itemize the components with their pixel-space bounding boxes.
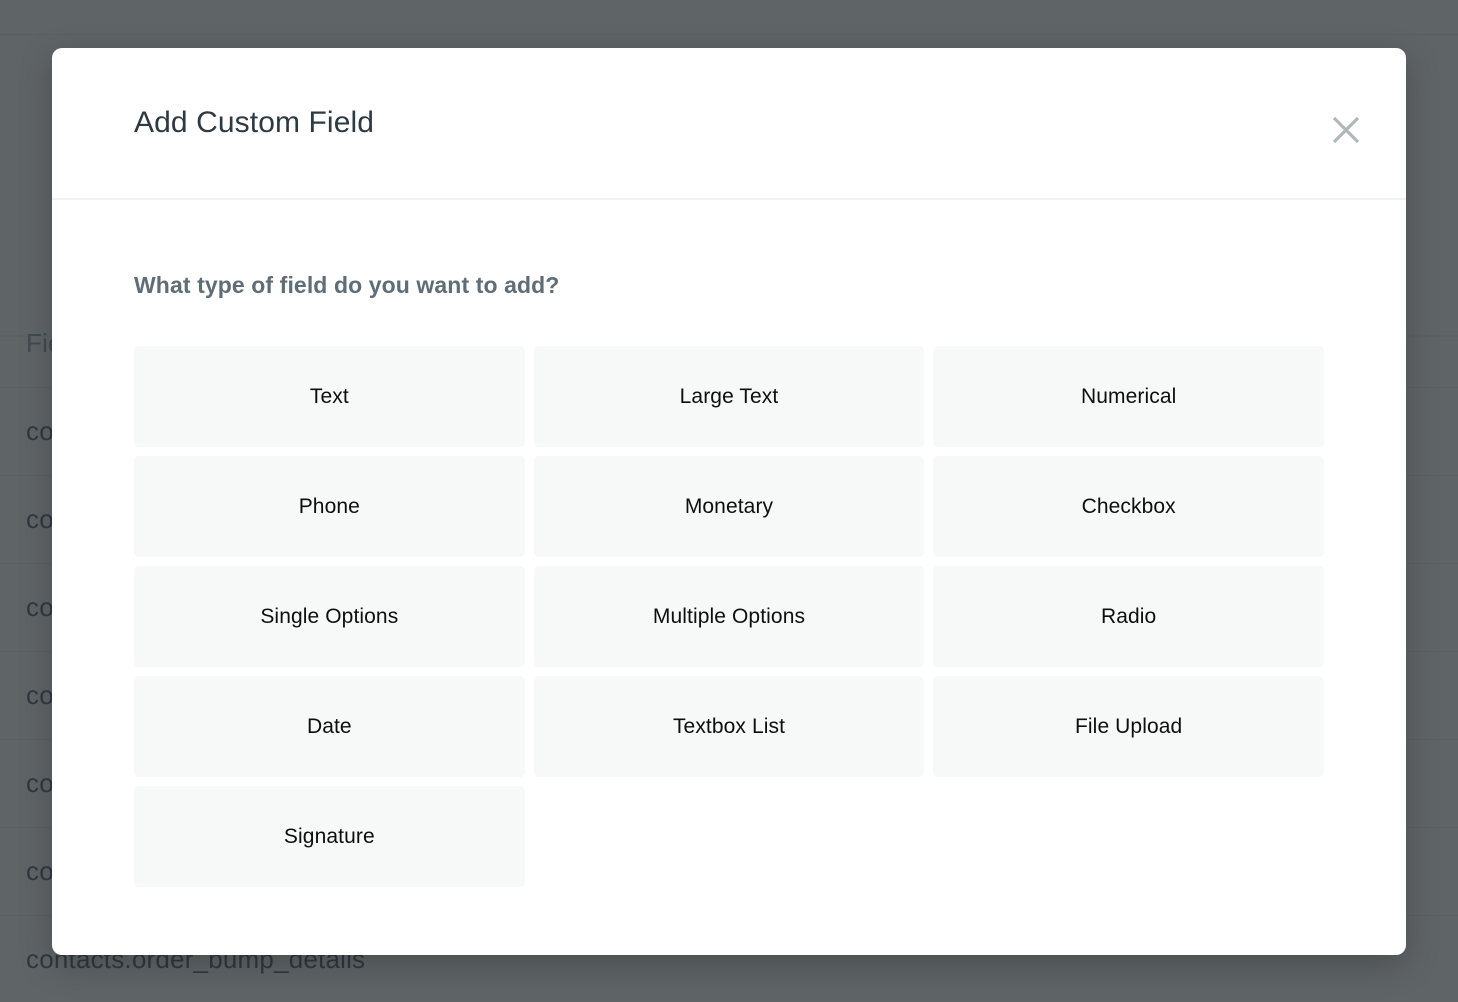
field-type-label: Checkbox [1081,494,1176,518]
dialog-body: What type of field do you want to add? T… [52,200,1406,955]
field-type-label: Radio [1100,604,1157,628]
field-type-label: Monetary [684,494,774,518]
field-type-label: Single Options [260,604,399,628]
field-type-label: Multiple Options [652,604,806,628]
dialog-header: Add Custom Field [52,48,1406,200]
field-type-option-multiple-options[interactable]: Multiple Options [533,566,925,667]
field-type-label: File Upload [1074,714,1183,738]
field-type-option-numerical[interactable]: Numerical [933,346,1324,447]
field-type-option-date[interactable]: Date [134,676,525,777]
close-icon [1331,115,1361,145]
field-type-option-phone[interactable]: Phone [134,456,525,557]
field-type-label: Signature [283,824,375,848]
page-root: Fie co co co co co co contacts.order_bum… [0,0,1458,1002]
field-type-option-large-text[interactable]: Large Text [533,346,925,447]
field-type-option-text[interactable]: Text [134,346,525,447]
close-button[interactable] [1324,108,1368,152]
add-custom-field-dialog: Add Custom Field What type of field do y… [52,48,1406,955]
field-type-question: What type of field do you want to add? [134,272,560,298]
field-type-option-file-upload[interactable]: File Upload [933,676,1324,777]
field-type-option-textbox-list[interactable]: Textbox List [533,676,925,777]
field-type-label: Textbox List [672,714,786,738]
page-title: Add Custom Field [134,106,375,139]
field-type-label: Phone [298,494,360,518]
field-type-grid: Text Large Text Numerical Phone Monetary… [134,346,1324,887]
field-type-option-radio[interactable]: Radio [933,566,1324,667]
field-type-option-single-options[interactable]: Single Options [134,566,525,667]
field-type-label: Large Text [679,384,779,408]
field-type-label: Text [309,384,349,408]
field-type-label: Numerical [1080,384,1177,408]
field-type-option-monetary[interactable]: Monetary [533,456,925,557]
field-type-label: Date [306,714,352,738]
field-type-option-checkbox[interactable]: Checkbox [933,456,1324,557]
field-type-option-signature[interactable]: Signature [134,786,525,887]
